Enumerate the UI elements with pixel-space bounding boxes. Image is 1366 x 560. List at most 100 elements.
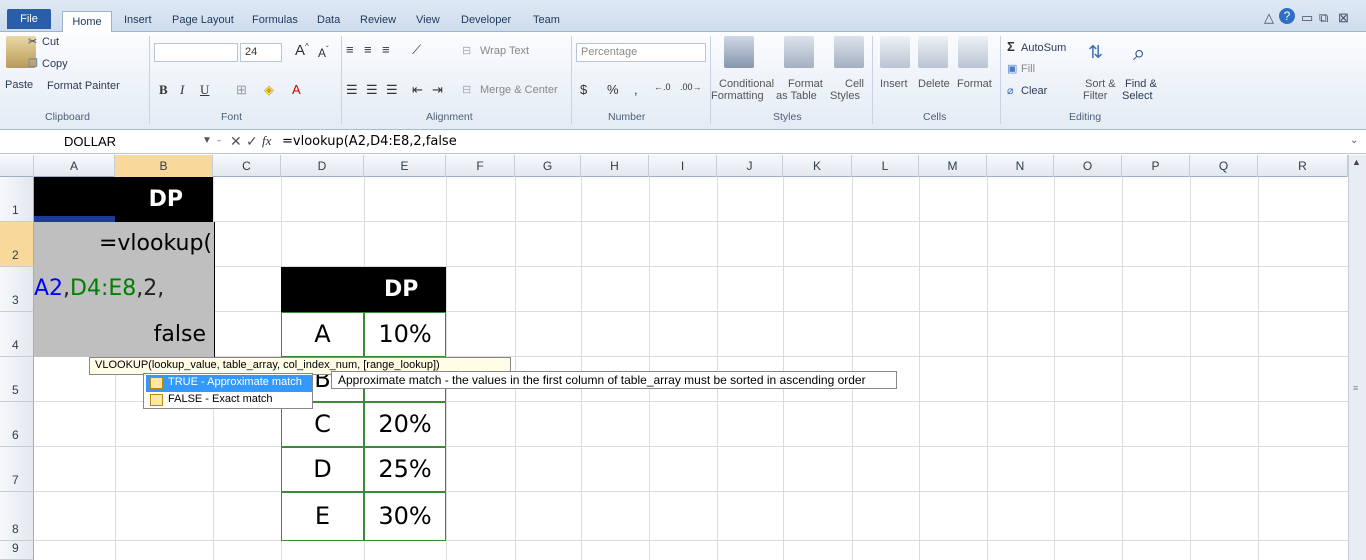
column-header[interactable]: N (987, 155, 1054, 177)
copy-button[interactable]: Copy (42, 58, 68, 70)
number-format-combo[interactable]: Percentage (576, 43, 706, 62)
fill-color-icon[interactable]: ◈ (264, 82, 274, 98)
find-select-label-2[interactable]: Select (1122, 90, 1153, 102)
cut-button[interactable]: Cut (42, 36, 59, 48)
italic-icon[interactable]: I (180, 82, 184, 98)
autosum-button[interactable]: AutoSum (1021, 42, 1066, 54)
column-header[interactable]: K (783, 155, 852, 177)
name-box[interactable]: DOLLAR (2, 132, 212, 152)
window-restore-icon[interactable]: ⧉ (1319, 10, 1328, 26)
tab-insert[interactable]: Insert (124, 14, 152, 26)
table-value-cell[interactable]: 10% (364, 312, 446, 357)
table-value-cell[interactable]: 30% (364, 492, 446, 541)
underline-icon[interactable]: U (200, 82, 209, 98)
fill-button[interactable]: Fill (1021, 63, 1035, 75)
select-all-corner[interactable] (0, 155, 34, 177)
row-header[interactable]: 5 (0, 357, 34, 402)
column-header[interactable]: M (919, 155, 987, 177)
window-close-icon[interactable]: ⊠ (1338, 10, 1349, 26)
find-select-icon[interactable]: ⌕ (1133, 40, 1145, 66)
conditional-formatting-label[interactable]: Conditional (719, 78, 774, 90)
merge-center-button[interactable]: Merge & Center (480, 84, 558, 96)
increase-decimal-icon[interactable]: ←.0 (654, 82, 671, 92)
vertical-scrollbar[interactable]: ▲ ≡ (1348, 155, 1366, 560)
tab-view[interactable]: View (416, 14, 440, 26)
row-header[interactable]: 6 (0, 402, 34, 447)
scroll-up-icon[interactable]: ▲ (1352, 157, 1361, 167)
font-size-combo[interactable]: 24 (240, 43, 282, 62)
column-header[interactable]: A (34, 155, 115, 177)
column-header[interactable]: C (213, 155, 281, 177)
align-top-icon[interactable]: ≡ (346, 42, 354, 57)
row-header[interactable]: 4 (0, 312, 34, 357)
increase-indent-icon[interactable]: ⇥ (432, 82, 443, 98)
column-header[interactable]: O (1054, 155, 1122, 177)
cell-styles-label-2[interactable]: Styles (830, 90, 860, 102)
tab-file[interactable]: File (7, 9, 51, 29)
column-header[interactable]: P (1122, 155, 1190, 177)
column-header[interactable]: J (717, 155, 783, 177)
wrap-text-icon[interactable]: ⊟ (462, 44, 471, 57)
cell-styles-label[interactable]: Cell (845, 78, 864, 90)
align-center-icon[interactable]: ☰ (366, 82, 378, 98)
clear-button[interactable]: Clear (1021, 85, 1047, 97)
decrease-decimal-icon[interactable]: .00→ (680, 82, 702, 92)
font-color-icon[interactable]: A (292, 82, 301, 97)
borders-icon[interactable]: ⊞ (236, 82, 247, 98)
table-key-cell[interactable]: D (281, 447, 364, 492)
format-as-table-label[interactable]: Format (788, 78, 823, 90)
help-icon[interactable]: ? (1279, 8, 1295, 24)
font-name-combo[interactable] (154, 43, 238, 62)
column-header[interactable]: R (1258, 155, 1348, 177)
active-edit-cell[interactable]: =vlookup( A2,D4:E8,2, false (34, 222, 215, 357)
align-left-icon[interactable]: ☰ (346, 82, 358, 98)
column-header[interactable]: G (515, 155, 581, 177)
scroll-thumb-grip-icon[interactable]: ≡ (1353, 383, 1358, 393)
table-header-cell[interactable]: DP (281, 267, 446, 312)
insert-cells-button[interactable]: Insert (880, 78, 908, 90)
comma-style-icon[interactable]: , (634, 82, 638, 97)
autocomplete-item-true[interactable]: TRUE - Approximate match (146, 375, 312, 392)
row-header[interactable]: 7 (0, 447, 34, 492)
tab-review[interactable]: Review (360, 14, 396, 26)
conditional-formatting-icon[interactable] (724, 36, 754, 68)
column-header[interactable]: H (581, 155, 649, 177)
orientation-icon[interactable]: ⟋ (412, 42, 421, 58)
cancel-icon[interactable]: ✕ (230, 133, 242, 150)
copy-icon[interactable]: ❐ (28, 57, 38, 70)
formula-input[interactable]: =vlookup(A2,D4:E8,2,false (282, 134, 457, 149)
shrink-font-icon[interactable]: Aˇ (318, 45, 329, 60)
delete-cells-icon[interactable] (918, 36, 948, 68)
minimize-ribbon-icon[interactable]: △ (1264, 10, 1274, 26)
row-header[interactable]: 8 (0, 492, 34, 541)
window-minimize-icon[interactable]: ▭ (1301, 10, 1313, 26)
column-header[interactable]: L (852, 155, 919, 177)
column-header[interactable]: D (281, 155, 364, 177)
column-header[interactable]: E (364, 155, 446, 177)
column-header[interactable]: F (446, 155, 515, 177)
insert-function-icon[interactable]: fx (262, 133, 271, 149)
merge-center-icon[interactable]: ⊟ (462, 83, 471, 96)
align-bottom-icon[interactable]: ≡ (382, 42, 390, 57)
percent-icon[interactable]: % (607, 82, 619, 97)
table-value-cell[interactable]: 20% (364, 402, 446, 447)
column-header[interactable]: B (115, 155, 213, 177)
align-middle-icon[interactable]: ≡ (364, 42, 372, 57)
decrease-indent-icon[interactable]: ⇤ (412, 82, 423, 98)
bold-icon[interactable]: B (159, 82, 168, 98)
grow-font-icon[interactable]: A^ (295, 42, 309, 59)
tab-team[interactable]: Team (533, 14, 560, 26)
column-header[interactable]: I (649, 155, 717, 177)
table-key-cell[interactable]: A (281, 312, 364, 357)
fill-icon[interactable]: ▣ (1007, 62, 1017, 75)
tab-developer[interactable]: Developer (461, 14, 511, 26)
sort-filter-icon[interactable]: ⇅ (1088, 42, 1103, 63)
cell-styles-icon[interactable] (834, 36, 864, 68)
format-as-table-label-2[interactable]: as Table (776, 90, 817, 102)
autocomplete-item-false[interactable]: FALSE - Exact match (146, 392, 312, 409)
table-value-cell[interactable]: 25% (364, 447, 446, 492)
format-as-table-icon[interactable] (784, 36, 814, 68)
clear-icon[interactable]: ⌀ (1007, 84, 1014, 97)
format-cells-icon[interactable] (958, 36, 988, 68)
wrap-text-button[interactable]: Wrap Text (480, 45, 529, 57)
